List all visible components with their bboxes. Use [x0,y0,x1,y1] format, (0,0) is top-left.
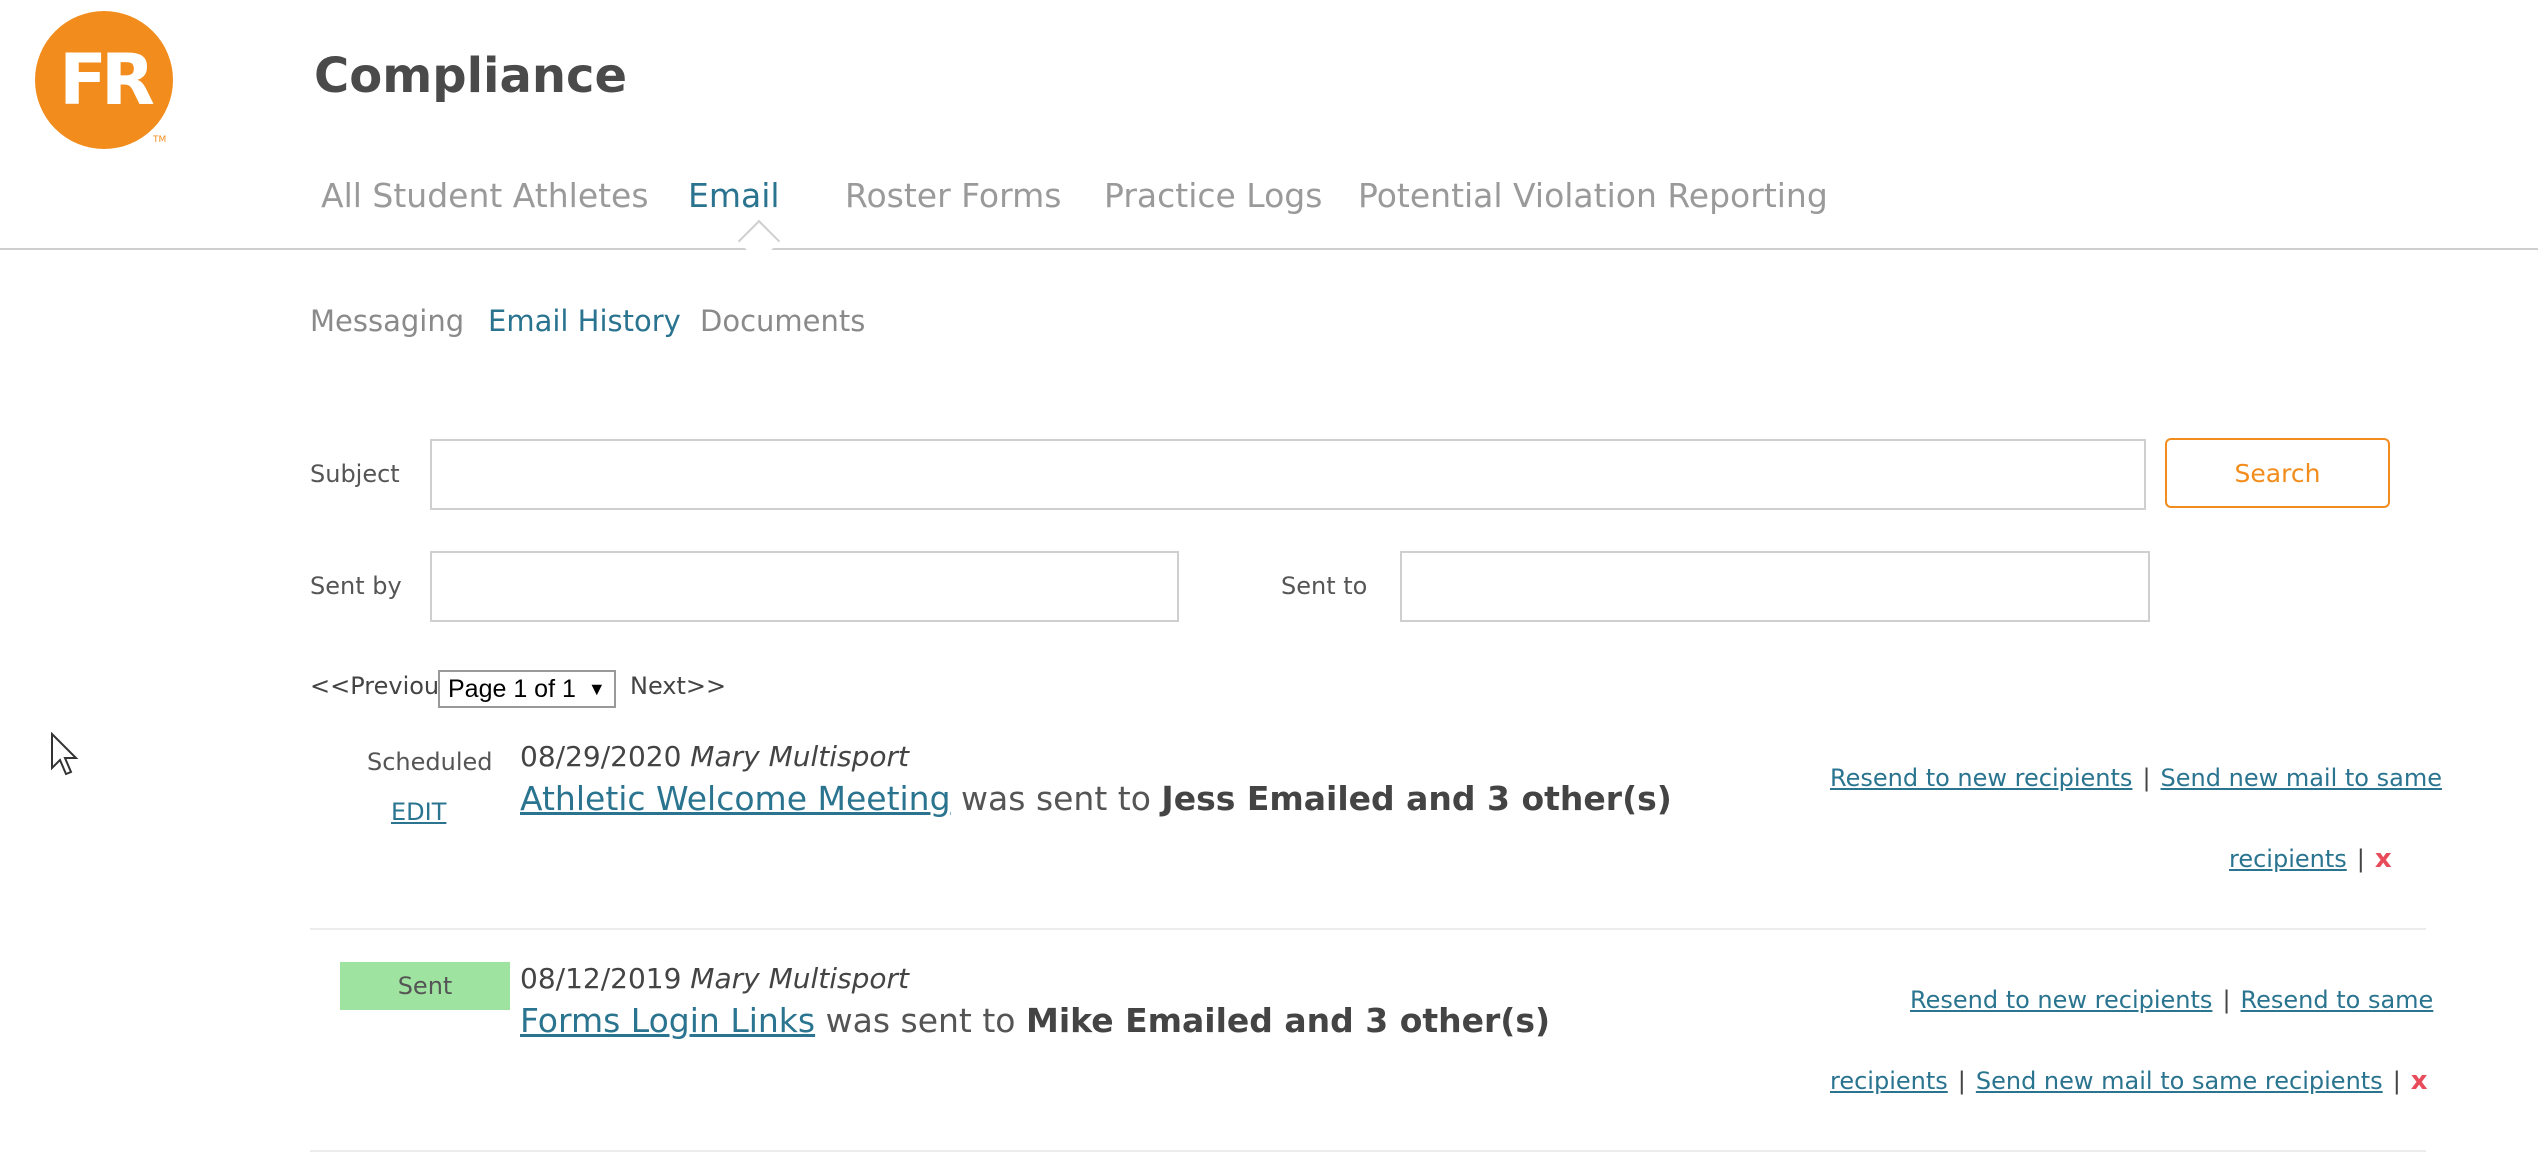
email-summary: Athletic Welcome Meeting was sent to Jes… [520,779,1672,818]
tab-all-student-athletes[interactable]: All Student Athletes [321,176,649,215]
tab-practice-logs[interactable]: Practice Logs [1104,176,1322,215]
sent-by-input[interactable] [430,551,1179,622]
next-page-link[interactable]: Next>> [630,672,726,700]
page-title: Compliance [314,48,628,104]
email-connector: was sent to [825,1001,1016,1040]
subtab-documents[interactable]: Documents [700,304,865,338]
dropdown-arrow-icon: ▼ [587,678,606,699]
email-summary: Forms Login Links was sent to Mike Email… [520,1001,1550,1040]
status-sent-badge: Sent [340,962,510,1010]
previous-page-link[interactable]: <<Previous [310,672,452,700]
email-actions-line-1: Resend to new recipients | Send new mail t… [1830,764,2442,792]
separator: | [2222,986,2231,1014]
separator: | [1957,1067,1966,1095]
email-meta: 08/29/2020 Mary Multisport [520,740,909,773]
email-sender: Mary Multisport [690,962,910,995]
email-actions-line-2: recipients | x [2229,844,2392,874]
email-date: 08/29/2020 [520,740,682,773]
delete-icon[interactable]: x [2375,844,2392,874]
separator: | [2356,845,2365,873]
email-history-row: Sent 08/12/2019 Mary Multisport Forms Lo… [310,930,2433,1152]
email-actions-line-2: recipients | Send new mail to same recipie… [1830,1066,2428,1096]
sent-to-input[interactable] [1400,551,2150,622]
subject-label: Subject [310,460,400,488]
edit-link[interactable]: EDIT [391,798,446,826]
email-connector: was sent to [961,779,1151,818]
search-button[interactable]: Search [2165,438,2390,508]
email-actions-line-1: Resend to new recipients | Resend to same [1910,986,2433,1014]
email-meta: 08/12/2019 Mary Multisport [520,962,909,995]
subject-input[interactable] [430,439,2146,510]
resend-to-same-recipients-link[interactable]: Resend to same [2241,986,2434,1014]
send-new-mail-to-same-recipients-link-cont[interactable]: recipients [2229,845,2347,873]
resend-to-new-recipients-link[interactable]: Resend to new recipients [1910,986,2212,1014]
tab-potential-violation-reporting[interactable]: Potential Violation Reporting [1358,176,1828,215]
tab-email[interactable]: Email [688,176,780,215]
email-sender: Mary Multisport [690,740,910,773]
email-recipients: Mike Emailed and 3 other(s) [1025,1001,1551,1040]
resend-to-same-recipients-link-cont[interactable]: recipients [1830,1067,1948,1095]
separator: | [2142,764,2151,792]
main-navigation: All Student Athletes Email Roster Forms … [0,176,2538,250]
status-scheduled: Scheduled [367,748,493,776]
subtab-messaging[interactable]: Messaging [310,304,464,338]
email-subject-link[interactable]: Forms Login Links [520,1001,815,1040]
email-history-row: Scheduled EDIT 08/29/2020 Mary Multispor… [310,728,2442,930]
sent-by-label: Sent by [310,572,402,600]
mouse-cursor-icon [51,732,79,776]
sent-to-label: Sent to [1281,572,1368,600]
page-select[interactable]: Page 1 of 1 ▼ [438,670,616,708]
email-date: 08/12/2019 [520,962,682,995]
delete-icon[interactable]: x [2411,1066,2428,1096]
send-new-mail-to-same-recipients-link[interactable]: Send new mail to same recipients [1976,1067,2383,1095]
resend-to-new-recipients-link[interactable]: Resend to new recipients [1830,764,2132,792]
subtab-email-history[interactable]: Email History [488,304,681,338]
email-recipients: Jess Emailed and 3 other(s) [1161,779,1672,818]
separator: | [2392,1067,2401,1095]
trademark-mark: TM [153,135,167,145]
fr-logo[interactable]: FR [35,11,173,149]
email-subject-link[interactable]: Athletic Welcome Meeting [520,779,951,818]
tab-roster-forms[interactable]: Roster Forms [845,176,1061,215]
page-select-value: Page 1 of 1 [448,674,576,703]
send-new-mail-to-same-recipients-link[interactable]: Send new mail to same [2161,764,2442,792]
